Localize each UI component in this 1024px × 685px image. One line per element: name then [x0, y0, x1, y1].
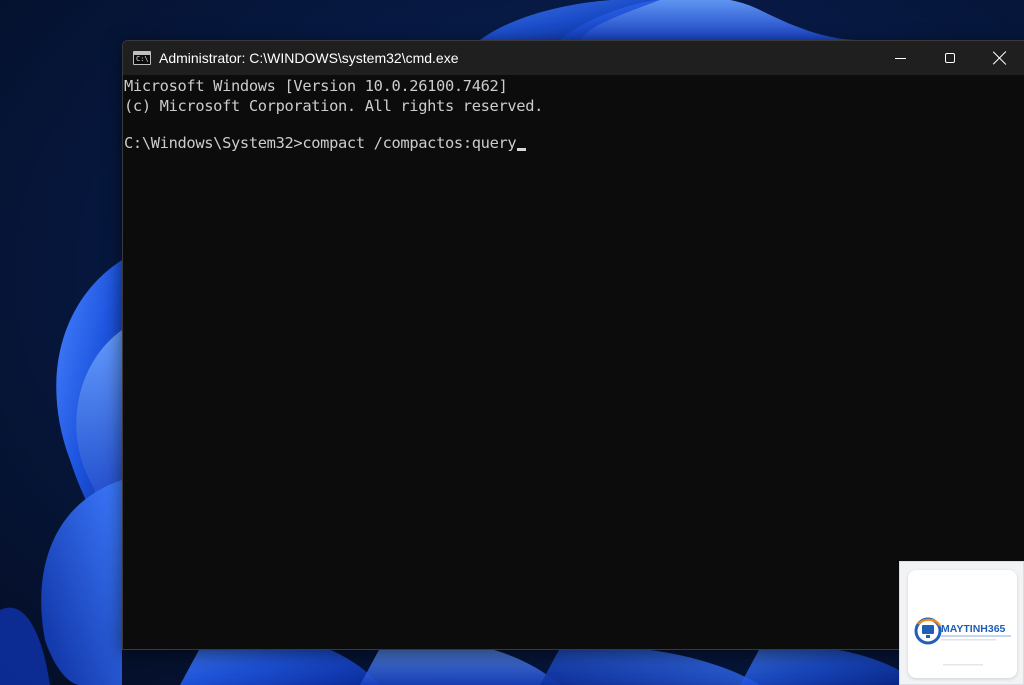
console-command[interactable]: compact /compactos:query [302, 134, 516, 152]
close-button[interactable] [975, 41, 1024, 75]
cmd-window[interactable]: C:\ Administrator: C:\WINDOWS\system32\c… [122, 40, 1024, 650]
minimize-button[interactable] [875, 41, 925, 75]
watermark-logo: MAYTINH365 [899, 561, 1024, 685]
watermark-card: MAYTINH365 [908, 570, 1017, 678]
console-input-line[interactable]: C:\Windows\System32>compact /compactos:q… [124, 134, 1024, 154]
minimize-icon [894, 57, 906, 59]
title-bar[interactable]: C:\ Administrator: C:\WINDOWS\system32\c… [123, 41, 1024, 75]
cmd-icon-prompt: C:\ [136, 55, 149, 63]
close-icon [993, 51, 1007, 65]
cmd-icon[interactable]: C:\ [133, 51, 151, 65]
console-line-version: Microsoft Windows [Version 10.0.26100.74… [124, 77, 508, 95]
maximize-icon [945, 53, 955, 63]
console-output[interactable]: Microsoft Windows [Version 10.0.26100.74… [123, 75, 1024, 649]
window-title: Administrator: C:\WINDOWS\system32\cmd.e… [159, 50, 459, 66]
maytinh365-logo: MAYTINH365 [914, 617, 1011, 666]
console-prompt: C:\Windows\System32> [124, 134, 303, 152]
logo-monitor-icon [922, 625, 934, 634]
text-cursor [517, 148, 527, 151]
window-controls [875, 41, 1024, 75]
console-line-copyright: (c) Microsoft Corporation. All rights re… [124, 96, 544, 115]
logo-wordmark: MAYTINH365 [941, 623, 1006, 635]
maximize-button[interactable] [925, 41, 975, 75]
